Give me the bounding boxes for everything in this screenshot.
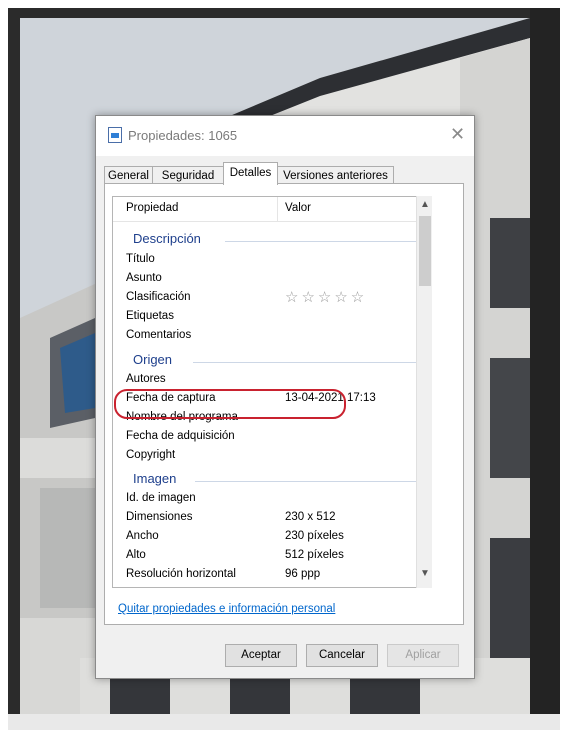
property-name: Comentarios (126, 329, 192, 341)
property-name: Dimensiones (126, 511, 193, 523)
list-item[interactable]: Ancho 230 píxeles (113, 529, 423, 546)
property-name: Copyright (126, 449, 176, 461)
column-header-property[interactable]: Propiedad (126, 202, 178, 214)
property-name: Id. de imagen (126, 492, 196, 504)
property-value: 230 píxeles (285, 530, 344, 542)
property-value: 96 ppp (285, 568, 321, 580)
property-name: Alto (126, 549, 146, 561)
tab-details[interactable]: Detalles (223, 162, 278, 185)
scrollbar-thumb[interactable] (419, 216, 431, 286)
property-name: Resolución horizontal (126, 568, 236, 580)
group-label: Imagen (133, 471, 177, 486)
list-item[interactable]: Copyright (113, 448, 423, 465)
property-name: Etiquetas (126, 310, 174, 322)
close-icon[interactable]: ✕ (450, 124, 465, 145)
property-value: 13-04-2021 17:13 (285, 392, 376, 404)
list-item[interactable]: Autores (113, 372, 423, 389)
group-label: Descripción (133, 231, 201, 246)
group-divider (225, 241, 421, 242)
column-header-value[interactable]: Valor (285, 202, 311, 214)
list-item[interactable]: Nombre del programa (113, 410, 423, 427)
list-item[interactable]: Id. de imagen (113, 491, 423, 508)
chevron-up-icon[interactable]: ▲ (417, 199, 433, 216)
accept-button[interactable]: Aceptar (225, 644, 297, 667)
group-header-image[interactable]: Imagen (113, 471, 423, 490)
chevron-down-icon[interactable]: ▼ (417, 568, 433, 585)
group-divider (195, 481, 421, 482)
rating-stars[interactable]: ☆☆☆☆☆ (285, 288, 367, 306)
property-value: 230 x 512 (285, 511, 336, 523)
group-header-origin[interactable]: Origen (113, 352, 423, 371)
list-header: Propiedad Valor (113, 197, 431, 222)
column-separator[interactable] (277, 197, 278, 221)
image-file-icon (108, 127, 122, 143)
list-item[interactable]: Asunto (113, 271, 423, 288)
properties-list[interactable]: Propiedad Valor Descripción Título Asunt… (112, 196, 432, 588)
dialog-titlebar: Propiedades: 1065 ✕ (96, 116, 474, 156)
group-divider (193, 362, 421, 363)
tab-security[interactable]: Seguridad (152, 166, 224, 184)
remove-properties-link[interactable]: Quitar propiedades e información persona… (118, 603, 335, 615)
group-label: Origen (133, 352, 173, 367)
group-header-description[interactable]: Descripción (113, 231, 423, 250)
property-name: Fecha de adquisición (126, 430, 235, 442)
list-item[interactable]: Dimensiones 230 x 512 (113, 510, 423, 527)
list-item[interactable]: Comentarios (113, 328, 423, 345)
property-name: Ancho (126, 530, 159, 542)
property-name: Nombre del programa (126, 411, 238, 423)
property-value: 512 píxeles (285, 549, 344, 561)
property-name: Fecha de captura (126, 392, 216, 404)
list-item[interactable]: Clasificación ☆☆☆☆☆ (113, 288, 423, 307)
tab-previous-versions[interactable]: Versiones anteriores (277, 166, 394, 184)
vertical-scrollbar[interactable]: ▲ ▼ (416, 196, 432, 588)
apply-button[interactable]: Aplicar (387, 644, 459, 667)
tab-general[interactable]: General (104, 166, 153, 184)
list-item-capture-date[interactable]: Fecha de captura 13-04-2021 17:13 (113, 391, 423, 408)
dialog-title: Propiedades: 1065 (128, 128, 238, 143)
viewer-side-panel (530, 8, 560, 714)
list-item[interactable]: Alto 512 píxeles (113, 548, 423, 565)
list-item[interactable]: Etiquetas (113, 309, 423, 326)
properties-dialog: Propiedades: 1065 ✕ General Seguridad De… (95, 115, 475, 679)
list-item[interactable]: Resolución horizontal 96 ppp (113, 567, 423, 584)
viewer-bottom-strip (8, 714, 560, 730)
property-name: Título (126, 253, 155, 265)
property-name: Asunto (126, 272, 162, 284)
list-item[interactable]: Fecha de adquisición (113, 429, 423, 446)
property-name: Autores (126, 373, 166, 385)
list-item[interactable]: Título (113, 252, 423, 269)
property-name: Clasificación (126, 291, 191, 303)
cancel-button[interactable]: Cancelar (306, 644, 378, 667)
